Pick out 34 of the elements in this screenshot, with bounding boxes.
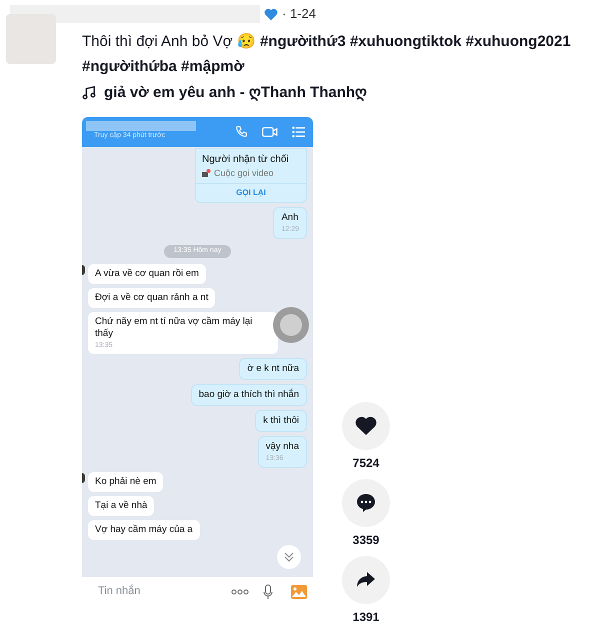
action-count: 3359 — [352, 532, 380, 546]
post-date: · 1-24 — [282, 5, 316, 24]
message-text: ờ e k nt nữa — [247, 362, 299, 374]
message-text: A vừa về cơ quan rồi em — [95, 268, 199, 280]
message-text: k thì thôi — [263, 414, 299, 426]
call-title: Người nhận từ chối — [201, 152, 290, 166]
call-subtitle: Cuộc gọi video — [214, 166, 274, 180]
heart-icon — [264, 8, 278, 20]
comment-button[interactable] — [342, 478, 390, 526]
message-text: vậy nha — [266, 440, 299, 452]
share-button[interactable] — [342, 556, 390, 604]
sound-link[interactable]: giả vờ em yêu anh - ღThanh Thanhღ — [104, 82, 368, 104]
image-icon[interactable] — [291, 584, 307, 598]
message-text: Chứ nãy em nt tí nữa vợ cầm máy lại thấy — [95, 316, 254, 340]
message-text: Vợ hay cầm máy của a — [95, 524, 193, 536]
more-icon[interactable] — [231, 588, 249, 594]
message-input-field[interactable]: Tin nhắn — [98, 583, 231, 600]
action-count: 1391 — [352, 610, 380, 621]
message-text: bao giờ a thích thì nhắn — [198, 388, 299, 400]
floating-touch-button[interactable] — [273, 306, 309, 342]
call-back-button[interactable]: GỌI LẠI — [196, 183, 306, 202]
message-text: Tại a về nhà — [95, 500, 148, 512]
missed-video-icon — [202, 169, 211, 178]
scroll-down-button[interactable] — [277, 544, 301, 568]
microphone-icon[interactable] — [263, 584, 273, 600]
message-text: Ko phải nè em — [95, 476, 156, 488]
video-call-icon[interactable] — [262, 126, 278, 138]
message-text: Đợi a về cơ quan rảnh a nt — [95, 292, 208, 304]
phone-icon[interactable] — [235, 125, 248, 138]
action-count: 7524 — [352, 456, 380, 470]
message-text: Anh — [281, 212, 299, 224]
menu-icon[interactable] — [292, 126, 305, 138]
music-note-icon — [82, 86, 96, 100]
like-button[interactable] — [342, 402, 390, 450]
